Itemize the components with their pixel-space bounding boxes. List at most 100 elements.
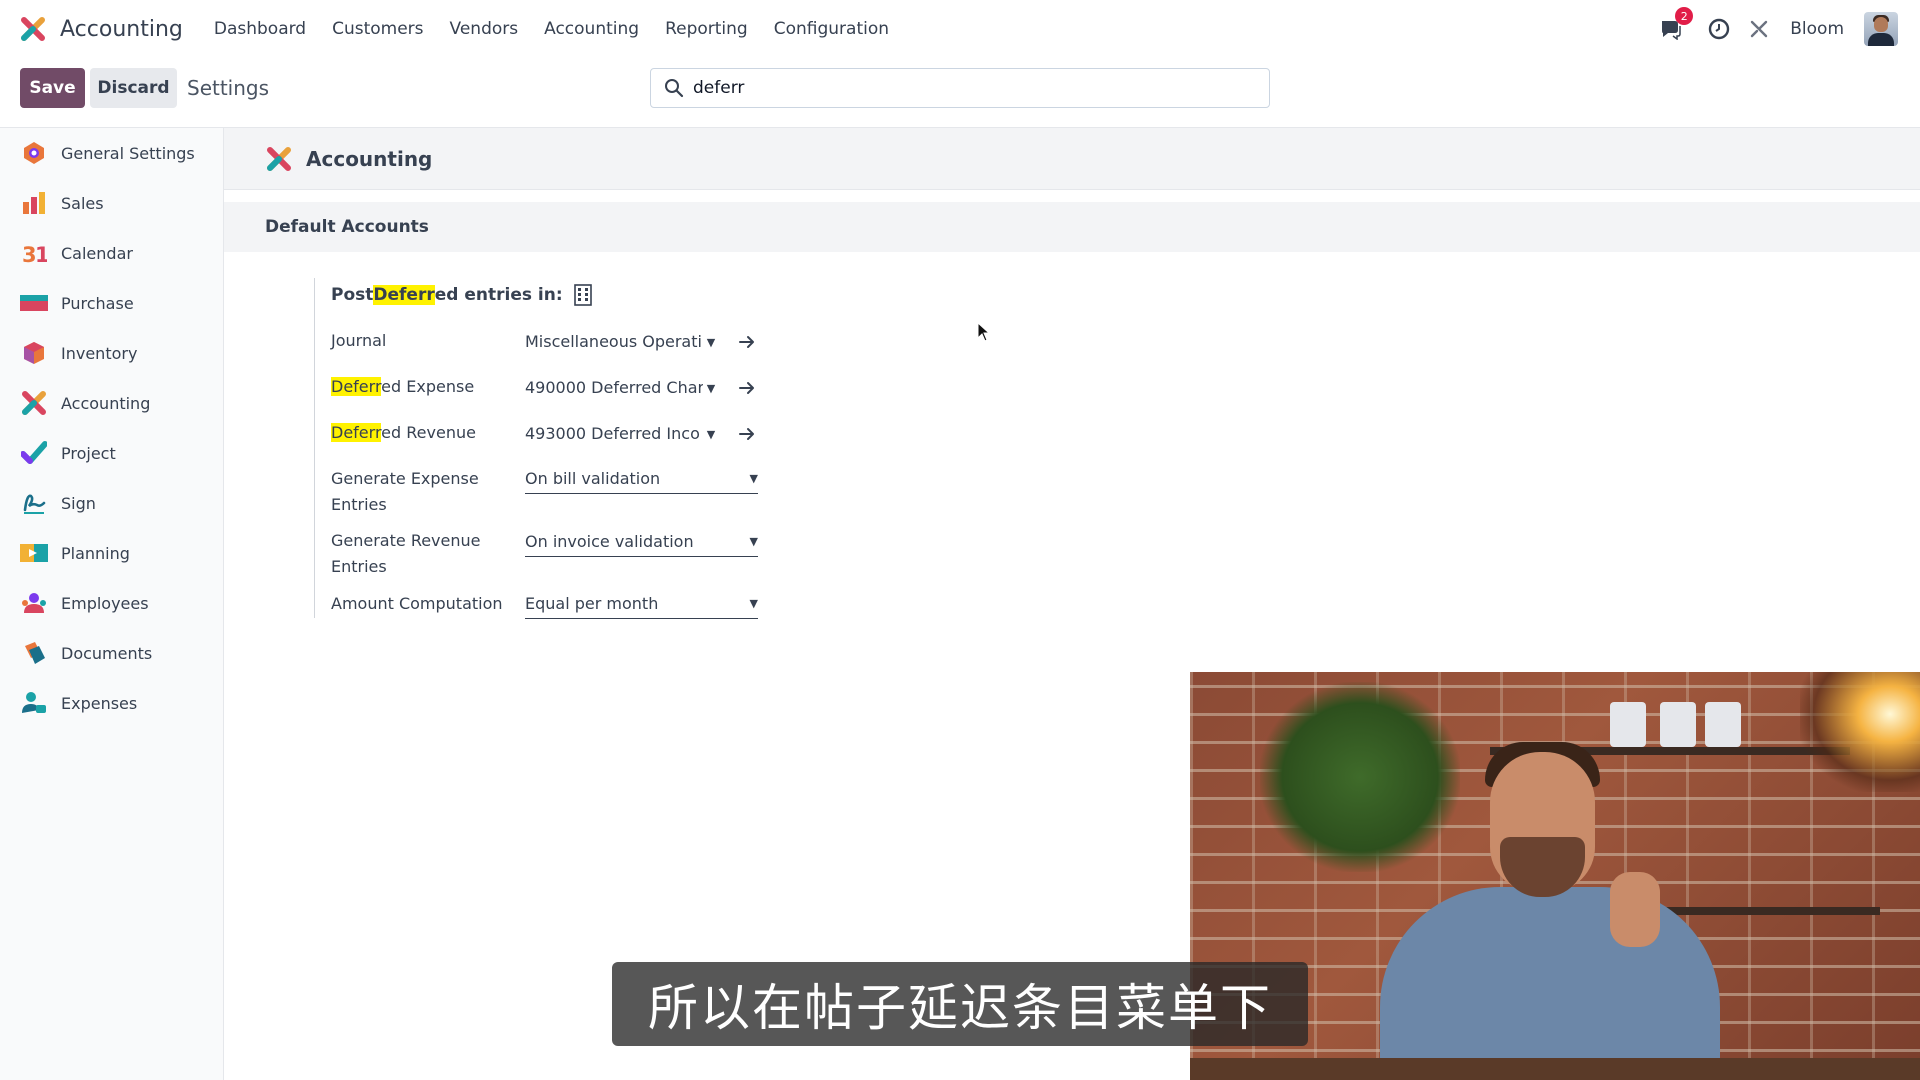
sidebar-item-label: Employees bbox=[61, 593, 149, 613]
employees-icon bbox=[20, 589, 48, 617]
user-avatar[interactable] bbox=[1864, 12, 1898, 46]
section-title: Default Accounts bbox=[265, 217, 429, 237]
deferred-entries-setting: Post Deferr ed entries in: Journal Miscel… bbox=[314, 278, 914, 619]
generate-revenue-label: Generate Revenue Entries bbox=[331, 531, 481, 576]
sidebar-item-label: Accounting bbox=[61, 393, 151, 413]
search-highlight: Deferr bbox=[373, 285, 435, 305]
control-panel: Save Discard Settings bbox=[0, 58, 1920, 128]
sidebar-item-label: General Settings bbox=[61, 143, 195, 163]
sidebar-item-sign[interactable]: Sign bbox=[0, 478, 223, 528]
sidebar-item-employees[interactable]: Employees bbox=[0, 578, 223, 628]
discard-button[interactable]: Discard bbox=[90, 68, 177, 108]
sidebar-item-label: Documents bbox=[61, 643, 153, 663]
main-menu: Dashboard Customers Vendors Accounting R… bbox=[201, 19, 902, 39]
sign-icon bbox=[20, 489, 48, 517]
deferred-revenue-field[interactable]: 493000 Deferred Inco bbox=[525, 421, 703, 447]
generate-revenue-value: On invoice validation bbox=[525, 532, 694, 551]
generate-expense-label: Generate Expense Entries bbox=[331, 469, 479, 514]
documents-icon bbox=[20, 639, 48, 667]
menu-customers[interactable]: Customers bbox=[319, 19, 436, 39]
generate-expense-select[interactable]: On bill validation ▼ bbox=[525, 466, 758, 494]
company-switcher[interactable]: Bloom bbox=[1790, 19, 1844, 39]
chevron-down-icon: ▼ bbox=[749, 472, 758, 485]
sidebar-item-expenses[interactable]: Expenses bbox=[0, 678, 223, 728]
building-icon bbox=[573, 284, 592, 306]
menu-reporting[interactable]: Reporting bbox=[652, 19, 761, 39]
chevron-down-icon: ▼ bbox=[749, 597, 758, 610]
deferred-revenue-label: Deferred Revenue bbox=[331, 420, 521, 446]
sidebar-item-label: Project bbox=[61, 443, 116, 463]
general-settings-icon bbox=[20, 139, 48, 167]
settings-search[interactable] bbox=[650, 68, 1270, 108]
top-navbar: Accounting Dashboard Customers Vendors A… bbox=[0, 0, 1920, 58]
sidebar-item-label: Calendar bbox=[61, 243, 133, 263]
project-icon bbox=[20, 439, 48, 467]
generate-revenue-select[interactable]: On invoice validation ▼ bbox=[525, 529, 758, 557]
settings-sidebar: General Settings Sales 31 Calendar Purch… bbox=[0, 128, 224, 1080]
sidebar-item-label: Sales bbox=[61, 193, 104, 213]
setting-title: Post Deferr ed entries in: bbox=[331, 284, 593, 306]
sidebar-item-label: Purchase bbox=[61, 293, 134, 313]
page-title: Settings bbox=[187, 76, 270, 100]
generate-expense-value: On bill validation bbox=[525, 469, 661, 488]
svg-text:1: 1 bbox=[35, 243, 47, 266]
planning-icon bbox=[20, 539, 48, 567]
tools-icon[interactable] bbox=[1746, 16, 1772, 42]
deferred-expense-dropdown-icon[interactable]: ▼ bbox=[705, 375, 717, 401]
clock-icon[interactable] bbox=[1706, 16, 1732, 42]
subtitle-text: 所以在帖子延迟条目菜单下 bbox=[648, 979, 1272, 1037]
sidebar-item-label: Expenses bbox=[61, 693, 138, 713]
deferred-expense-open-arrow-icon[interactable] bbox=[736, 375, 758, 401]
messages-badge: 2 bbox=[1675, 7, 1694, 25]
accounting-icon bbox=[20, 389, 48, 417]
menu-vendors[interactable]: Vendors bbox=[437, 19, 532, 39]
sidebar-item-documents[interactable]: Documents bbox=[0, 628, 223, 678]
chevron-down-icon: ▼ bbox=[749, 535, 758, 548]
sidebar-item-project[interactable]: Project bbox=[0, 428, 223, 478]
app-settings-header: Accounting bbox=[224, 128, 1920, 190]
sidebar-item-accounting[interactable]: Accounting bbox=[0, 378, 223, 428]
search-highlight: Deferr bbox=[331, 423, 382, 442]
app-name: Accounting bbox=[60, 16, 183, 42]
menu-accounting[interactable]: Accounting bbox=[531, 19, 652, 39]
sidebar-item-planning[interactable]: Planning bbox=[0, 528, 223, 578]
journal-dropdown-icon[interactable]: ▼ bbox=[705, 329, 717, 355]
sidebar-item-general-settings[interactable]: General Settings bbox=[0, 128, 223, 178]
amount-computation-label: Amount Computation bbox=[331, 594, 503, 613]
app-settings-title: Accounting bbox=[306, 146, 433, 171]
sidebar-item-purchase[interactable]: Purchase bbox=[0, 278, 223, 328]
sidebar-item-sales[interactable]: Sales bbox=[0, 178, 223, 228]
accounting-logo-icon bbox=[21, 17, 45, 41]
search-input[interactable] bbox=[693, 78, 1233, 98]
sidebar-item-label: Inventory bbox=[61, 343, 138, 363]
expenses-icon bbox=[20, 689, 48, 717]
sales-icon bbox=[20, 189, 48, 217]
video-subtitle: 所以在帖子延迟条目菜单下 bbox=[612, 962, 1308, 1046]
inventory-icon bbox=[20, 339, 48, 367]
deferred-revenue-open-arrow-icon[interactable] bbox=[736, 421, 758, 447]
deferred-expense-label: Deferred Expense bbox=[331, 374, 521, 400]
menu-configuration[interactable]: Configuration bbox=[761, 19, 902, 39]
journal-open-arrow-icon[interactable] bbox=[736, 329, 758, 355]
sidebar-item-inventory[interactable]: Inventory bbox=[0, 328, 223, 378]
journal-field[interactable]: Miscellaneous Operati bbox=[525, 329, 703, 355]
journal-label: Journal bbox=[331, 331, 387, 350]
deferred-revenue-label-rest: ed Revenue bbox=[381, 423, 476, 442]
search-highlight: Deferr bbox=[331, 377, 382, 396]
sidebar-item-label: Planning bbox=[61, 543, 130, 563]
mouse-cursor-icon bbox=[977, 322, 991, 342]
sidebar-item-calendar[interactable]: 31 Calendar bbox=[0, 228, 223, 278]
setting-title-post: ed entries in: bbox=[434, 285, 563, 305]
deferred-revenue-dropdown-icon[interactable]: ▼ bbox=[705, 421, 717, 447]
navbar-systray: 2 Bloom bbox=[1644, 0, 1898, 58]
accounting-logo-icon bbox=[267, 146, 291, 171]
menu-dashboard[interactable]: Dashboard bbox=[201, 19, 319, 39]
save-button[interactable]: Save bbox=[20, 68, 85, 108]
sidebar-item-label: Sign bbox=[61, 493, 96, 513]
section-header: Default Accounts bbox=[224, 202, 1920, 252]
deferred-expense-field[interactable]: 490000 Deferred Char bbox=[525, 375, 703, 401]
calendar-icon: 31 bbox=[20, 239, 48, 267]
app-brand[interactable]: Accounting bbox=[20, 16, 183, 42]
amount-computation-select[interactable]: Equal per month ▼ bbox=[525, 591, 758, 619]
chat-icon[interactable]: 2 bbox=[1658, 7, 1694, 42]
